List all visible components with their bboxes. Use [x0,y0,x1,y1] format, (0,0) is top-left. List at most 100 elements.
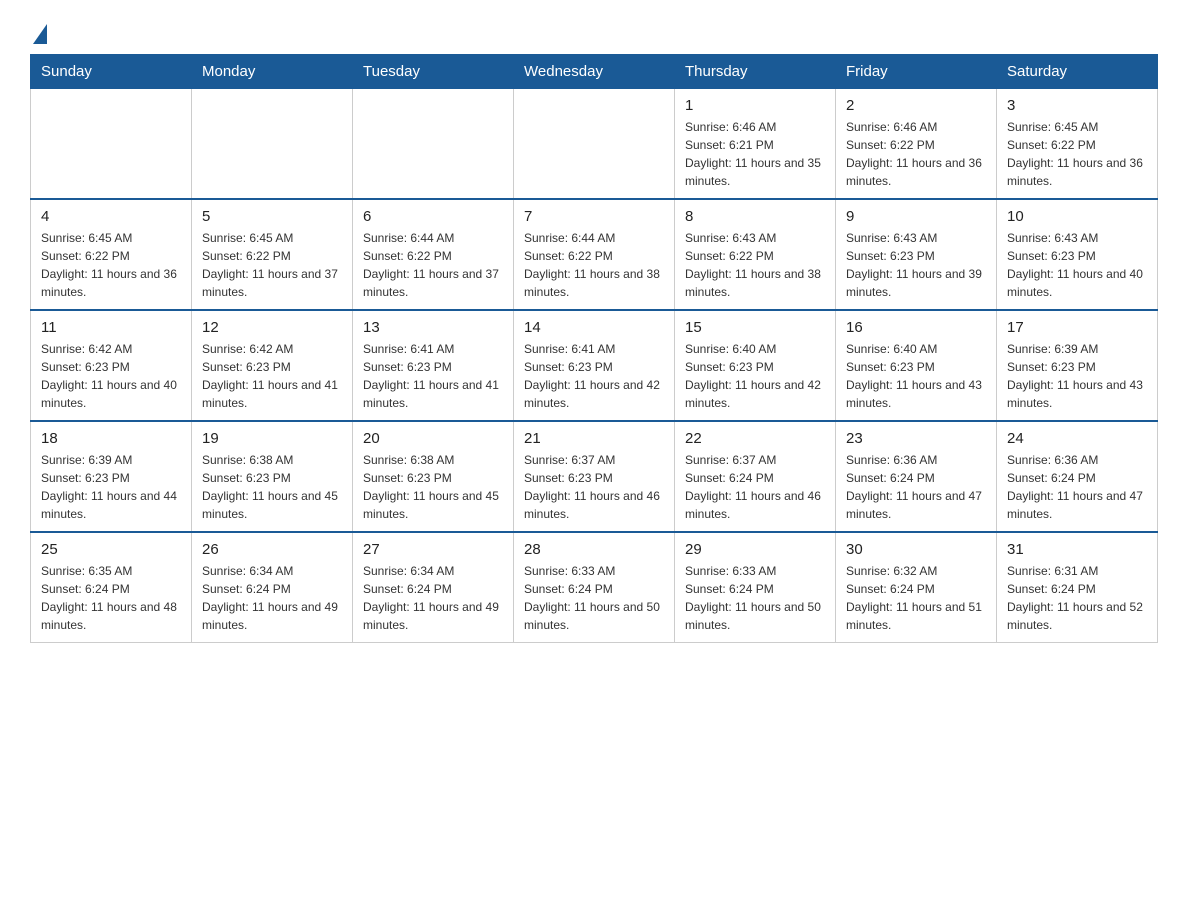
calendar-cell [514,89,675,200]
day-number: 12 [202,319,342,336]
calendar-cell [192,89,353,200]
day-info: Sunrise: 6:32 AMSunset: 6:24 PMDaylight:… [846,562,986,634]
day-number: 18 [41,430,181,447]
calendar-cell: 7 Sunrise: 6:44 AMSunset: 6:22 PMDaylight… [514,199,675,310]
day-info: Sunrise: 6:42 AMSunset: 6:23 PMDaylight:… [202,340,342,412]
day-number: 9 [846,208,986,225]
day-info: Sunrise: 6:41 AMSunset: 6:23 PMDaylight:… [524,340,664,412]
day-info: Sunrise: 6:39 AMSunset: 6:23 PMDaylight:… [1007,340,1147,412]
day-number: 7 [524,208,664,225]
calendar-cell: 22Sunrise: 6:37 AMSunset: 6:24 PMDayligh… [675,421,836,532]
day-info: Sunrise: 6:44 AMSunset: 6:22 PMDaylight:… [363,229,503,301]
day-number: 5 [202,208,342,225]
day-number: 17 [1007,319,1147,336]
day-number: 26 [202,541,342,558]
day-info: Sunrise: 6:33 AMSunset: 6:24 PMDaylight:… [524,562,664,634]
day-info: Sunrise: 6:38 AMSunset: 6:23 PMDaylight:… [363,451,503,523]
day-info: Sunrise: 6:31 AMSunset: 6:24 PMDaylight:… [1007,562,1147,634]
calendar-cell: 25 Sunrise: 6:35 AMSunset: 6:24 PMDayligh… [31,532,192,643]
calendar-cell: 9 Sunrise: 6:43 AMSunset: 6:23 PMDaylight… [836,199,997,310]
calendar-cell: 6 Sunrise: 6:44 AMSunset: 6:22 PMDaylight… [353,199,514,310]
day-number: 1 [685,97,825,114]
day-number: 23 [846,430,986,447]
day-info: Sunrise: 6:43 AMSunset: 6:23 PMDaylight:… [1007,229,1147,301]
calendar-week-row: 25 Sunrise: 6:35 AMSunset: 6:24 PMDayligh… [31,532,1158,643]
calendar-week-row: 4 Sunrise: 6:45 AMSunset: 6:22 PMDaylight… [31,199,1158,310]
day-info: Sunrise: 6:43 AMSunset: 6:23 PMDaylight:… [846,229,986,301]
calendar-cell: 14 Sunrise: 6:41 AMSunset: 6:23 PMDayligh… [514,310,675,421]
page-header [30,20,1158,44]
calendar-cell: 29 Sunrise: 6:33 AMSunset: 6:24 PMDayligh… [675,532,836,643]
day-info: Sunrise: 6:40 AMSunset: 6:23 PMDaylight:… [846,340,986,412]
calendar-cell: 15Sunrise: 6:40 AMSunset: 6:23 PMDayligh… [675,310,836,421]
day-info: Sunrise: 6:34 AMSunset: 6:24 PMDaylight:… [202,562,342,634]
day-info: Sunrise: 6:36 AMSunset: 6:24 PMDaylight:… [846,451,986,523]
calendar-cell [31,89,192,200]
calendar-cell: 13 Sunrise: 6:41 AMSunset: 6:23 PMDayligh… [353,310,514,421]
header-saturday: Saturday [997,55,1158,89]
day-info: Sunrise: 6:33 AMSunset: 6:24 PMDaylight:… [685,562,825,634]
calendar-cell: 27 Sunrise: 6:34 AMSunset: 6:24 PMDayligh… [353,532,514,643]
day-info: Sunrise: 6:41 AMSunset: 6:23 PMDaylight:… [363,340,503,412]
logo [30,20,47,44]
day-number: 4 [41,208,181,225]
calendar-cell: 3 Sunrise: 6:45 AMSunset: 6:22 PMDaylight… [997,89,1158,200]
day-info: Sunrise: 6:45 AMSunset: 6:22 PMDaylight:… [41,229,181,301]
day-number: 13 [363,319,503,336]
day-info: Sunrise: 6:36 AMSunset: 6:24 PMDaylight:… [1007,451,1147,523]
calendar-cell: 28 Sunrise: 6:33 AMSunset: 6:24 PMDayligh… [514,532,675,643]
header-monday: Monday [192,55,353,89]
day-number: 16 [846,319,986,336]
calendar-cell: 11 Sunrise: 6:42 AMSunset: 6:23 PMDayligh… [31,310,192,421]
calendar-cell: 24 Sunrise: 6:36 AMSunset: 6:24 PMDayligh… [997,421,1158,532]
calendar-week-row: 1 Sunrise: 6:46 AMSunset: 6:21 PMDaylight… [31,89,1158,200]
day-number: 14 [524,319,664,336]
calendar-cell: 19 Sunrise: 6:38 AMSunset: 6:23 PMDayligh… [192,421,353,532]
calendar-cell: 16 Sunrise: 6:40 AMSunset: 6:23 PMDayligh… [836,310,997,421]
day-number: 19 [202,430,342,447]
calendar-cell: 10 Sunrise: 6:43 AMSunset: 6:23 PMDayligh… [997,199,1158,310]
day-info: Sunrise: 6:37 AMSunset: 6:24 PMDaylight:… [685,451,825,523]
calendar-header-row: SundayMondayTuesdayWednesdayThursdayFrid… [31,55,1158,89]
day-info: Sunrise: 6:45 AMSunset: 6:22 PMDaylight:… [202,229,342,301]
day-number: 28 [524,541,664,558]
header-friday: Friday [836,55,997,89]
calendar-cell: 30 Sunrise: 6:32 AMSunset: 6:24 PMDayligh… [836,532,997,643]
day-info: Sunrise: 6:46 AMSunset: 6:21 PMDaylight:… [685,118,825,190]
day-info: Sunrise: 6:43 AMSunset: 6:22 PMDaylight:… [685,229,825,301]
calendar-cell: 26 Sunrise: 6:34 AMSunset: 6:24 PMDayligh… [192,532,353,643]
day-info: Sunrise: 6:35 AMSunset: 6:24 PMDaylight:… [41,562,181,634]
day-number: 27 [363,541,503,558]
calendar-table: SundayMondayTuesdayWednesdayThursdayFrid… [30,54,1158,643]
day-info: Sunrise: 6:38 AMSunset: 6:23 PMDaylight:… [202,451,342,523]
day-number: 6 [363,208,503,225]
day-info: Sunrise: 6:34 AMSunset: 6:24 PMDaylight:… [363,562,503,634]
header-sunday: Sunday [31,55,192,89]
day-number: 29 [685,541,825,558]
day-number: 10 [1007,208,1147,225]
calendar-cell: 2Sunrise: 6:46 AMSunset: 6:22 PMDaylight… [836,89,997,200]
day-number: 20 [363,430,503,447]
day-info: Sunrise: 6:37 AMSunset: 6:23 PMDaylight:… [524,451,664,523]
day-number: 30 [846,541,986,558]
day-number: 2 [846,97,986,114]
header-wednesday: Wednesday [514,55,675,89]
calendar-cell: 23 Sunrise: 6:36 AMSunset: 6:24 PMDayligh… [836,421,997,532]
day-number: 11 [41,319,181,336]
day-number: 24 [1007,430,1147,447]
day-number: 3 [1007,97,1147,114]
calendar-cell: 1 Sunrise: 6:46 AMSunset: 6:21 PMDaylight… [675,89,836,200]
header-tuesday: Tuesday [353,55,514,89]
calendar-week-row: 18Sunrise: 6:39 AMSunset: 6:23 PMDayligh… [31,421,1158,532]
calendar-cell: 8 Sunrise: 6:43 AMSunset: 6:22 PMDaylight… [675,199,836,310]
day-info: Sunrise: 6:44 AMSunset: 6:22 PMDaylight:… [524,229,664,301]
day-number: 25 [41,541,181,558]
day-info: Sunrise: 6:45 AMSunset: 6:22 PMDaylight:… [1007,118,1147,190]
calendar-cell: 12 Sunrise: 6:42 AMSunset: 6:23 PMDayligh… [192,310,353,421]
day-number: 15 [685,319,825,336]
day-number: 31 [1007,541,1147,558]
day-info: Sunrise: 6:42 AMSunset: 6:23 PMDaylight:… [41,340,181,412]
day-number: 8 [685,208,825,225]
calendar-cell: 4 Sunrise: 6:45 AMSunset: 6:22 PMDaylight… [31,199,192,310]
calendar-week-row: 11 Sunrise: 6:42 AMSunset: 6:23 PMDayligh… [31,310,1158,421]
